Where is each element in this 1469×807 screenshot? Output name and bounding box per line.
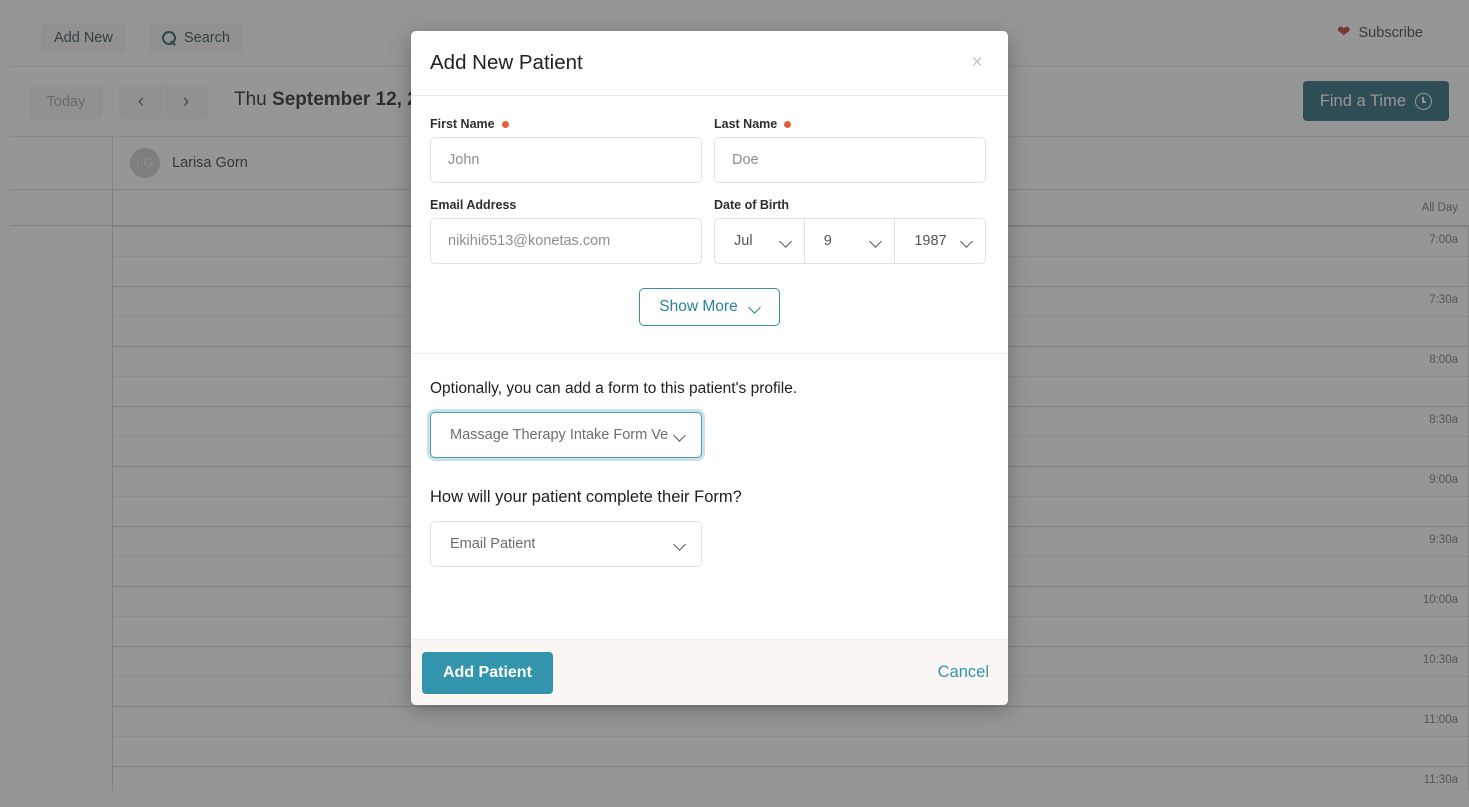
form-template-value: Massage Therapy Intake Form Ve (450, 427, 669, 443)
dob-group: Date of Birth Jul 9 1987 (714, 198, 986, 264)
dob-label: Date of Birth (714, 198, 789, 212)
dob-day-select[interactable]: 9 (804, 218, 896, 264)
dialog-footer: Add Patient Cancel (411, 639, 1008, 705)
show-more-label: Show More (659, 298, 738, 315)
required-indicator-icon (784, 120, 792, 128)
dialog-title: Add New Patient (430, 51, 583, 74)
first-name-label: First Name (430, 117, 495, 131)
last-name-label-row: Last Name (714, 117, 986, 131)
last-name-input[interactable]: Doe (714, 137, 986, 183)
add-new-patient-dialog: Add New Patient × First Name John Last N… (411, 31, 1008, 705)
show-more-button[interactable]: Show More (639, 288, 780, 326)
last-name-label: Last Name (714, 117, 778, 131)
patient-details-section: First Name John Last Name Doe Email Addr… (411, 96, 1008, 353)
required-indicator-icon (501, 120, 509, 128)
dob-year-value: 1987 (914, 233, 947, 249)
dob-selects: Jul 9 1987 (714, 218, 986, 264)
attach-form-intro: Optionally, you can add a form to this p… (430, 380, 798, 397)
dob-month-value: Jul (734, 233, 753, 249)
close-icon[interactable]: × (966, 53, 988, 75)
first-name-input[interactable]: John (430, 137, 702, 183)
first-name-group: First Name John (430, 117, 702, 183)
form-delivery-question: How will your patient complete their For… (430, 488, 742, 506)
show-more-row: Show More (430, 288, 989, 353)
chevron-down-icon (674, 539, 685, 550)
chevron-down-icon (749, 302, 760, 313)
email-dob-row: Email Address nikihi6513@konetas.com Dat… (430, 198, 989, 264)
dob-month-select[interactable]: Jul (714, 218, 805, 264)
dob-year-select[interactable]: 1987 (895, 218, 986, 264)
form-delivery-value: Email Patient (450, 536, 536, 552)
cancel-button[interactable]: Cancel (938, 663, 989, 682)
email-group: Email Address nikihi6513@konetas.com (430, 198, 702, 264)
email-label-row: Email Address (430, 198, 702, 212)
cancel-label: Cancel (937, 663, 989, 681)
dialog-body: First Name John Last Name Doe Email Addr… (411, 96, 1008, 639)
attach-form-section: Optionally, you can add a form to this p… (411, 354, 1008, 567)
dob-label-row: Date of Birth (714, 198, 986, 212)
name-fields-row: First Name John Last Name Doe (430, 117, 989, 183)
chevron-down-icon (674, 430, 685, 441)
dialog-header: Add New Patient × (411, 31, 1008, 96)
chevron-down-icon (961, 236, 972, 247)
chevron-down-icon (780, 236, 791, 247)
first-name-label-row: First Name (430, 117, 702, 131)
email-input[interactable]: nikihi6513@konetas.com (430, 218, 702, 264)
add-patient-button[interactable]: Add Patient (422, 651, 553, 694)
last-name-group: Last Name Doe (714, 117, 986, 183)
dob-day-value: 9 (823, 233, 832, 249)
form-delivery-select[interactable]: Email Patient (430, 521, 702, 567)
chevron-down-icon (870, 236, 881, 247)
email-label: Email Address (430, 198, 517, 212)
form-template-select[interactable]: Massage Therapy Intake Form Ve (430, 412, 702, 458)
add-patient-label: Add Patient (443, 663, 532, 681)
